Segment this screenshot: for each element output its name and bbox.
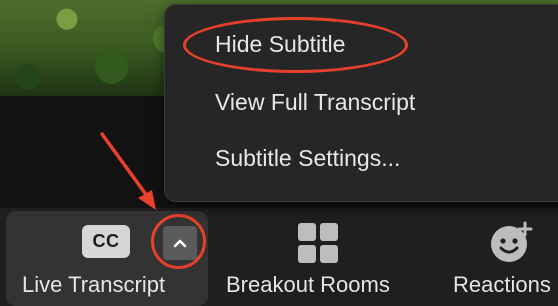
annotation-circle-hide-subtitle bbox=[183, 17, 408, 73]
live-transcript-label: Live Transcript bbox=[22, 272, 166, 297]
reactions-label[interactable]: Reactions bbox=[453, 272, 551, 298]
breakout-rooms-label[interactable]: Breakout Rooms bbox=[226, 272, 390, 298]
breakout-rooms-icon[interactable] bbox=[296, 221, 340, 265]
emoji-add-icon[interactable] bbox=[487, 219, 537, 265]
annotation-circle-caret bbox=[151, 214, 206, 269]
closed-caption-icon[interactable]: CC bbox=[82, 225, 130, 258]
annotation-arrow-icon bbox=[100, 132, 156, 210]
menu-item-view-full-transcript[interactable]: View Full Transcript bbox=[215, 89, 415, 116]
menu-item-subtitle-settings[interactable]: Subtitle Settings... bbox=[215, 145, 400, 172]
